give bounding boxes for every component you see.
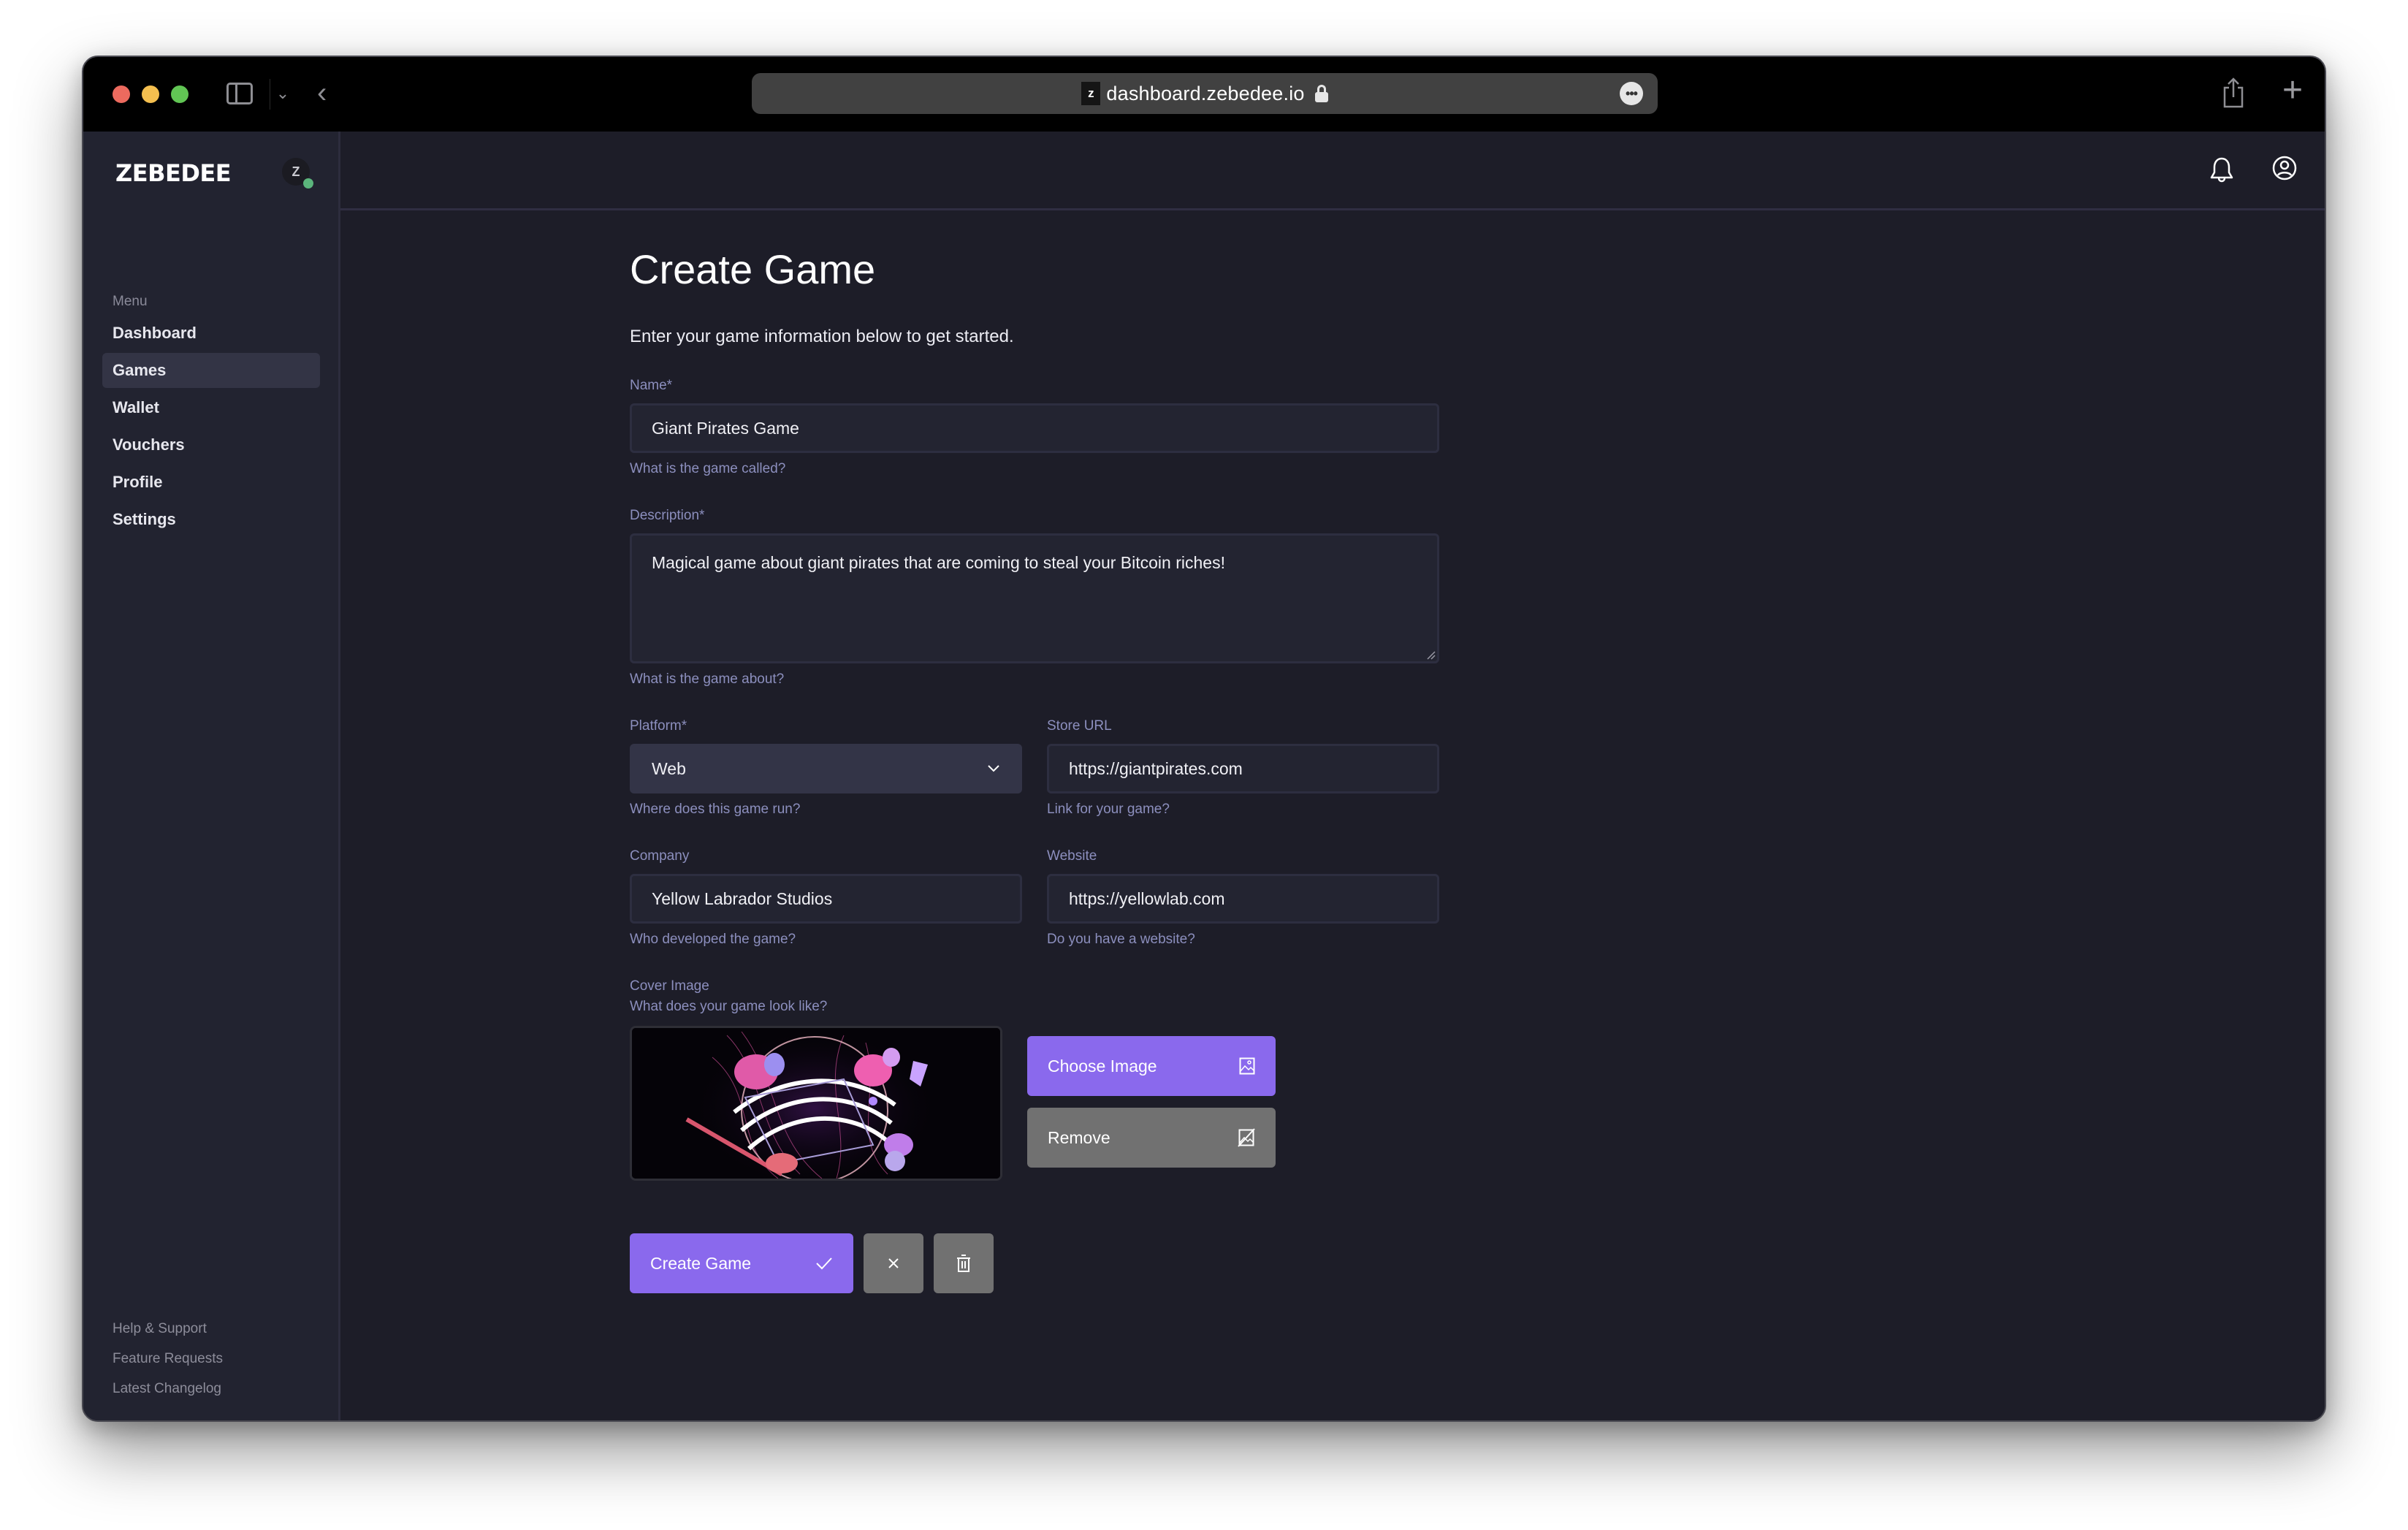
image-icon [1239, 1057, 1255, 1075]
close-window-button[interactable] [113, 85, 130, 103]
sidebar-item-vouchers[interactable]: Vouchers [102, 427, 320, 463]
close-icon [888, 1258, 899, 1268]
platform-select[interactable]: Web [630, 744, 1022, 793]
platform-field-group: Platform* Web Where does this game run? [630, 718, 1022, 818]
platform-help: Where does this game run? [630, 802, 801, 817]
store-url-value: https://giantpirates.com [1069, 758, 1243, 778]
name-help: What is the game called? [630, 461, 786, 476]
website-field-group: Website https://yellowlab.com Do you hav… [1047, 848, 1439, 948]
website-value: https://yellowlab.com [1069, 888, 1225, 908]
sidebar: ZEBEDEE Z Menu Dashboard Games Wallet Vo… [83, 132, 340, 1420]
sidebar-item-settings[interactable]: Settings [102, 502, 320, 537]
website-help: Do you have a website? [1047, 932, 1195, 947]
platform-label: Platform* [630, 718, 687, 734]
browser-window: ⌄ ‹ z dashboard.zebedee.io ••• + ZEBEDEE… [82, 56, 2326, 1422]
resize-handle-icon[interactable] [1425, 650, 1436, 660]
page-title: Create Game [630, 246, 876, 292]
website-input[interactable]: https://yellowlab.com [1047, 874, 1439, 924]
minimize-window-button[interactable] [142, 85, 159, 103]
image-remove-icon [1238, 1128, 1255, 1147]
description-label: Description* [630, 508, 705, 523]
cover-image-row: Choose Image Remove [630, 1026, 1439, 1181]
sidebar-item-games[interactable]: Games [102, 353, 320, 388]
description-help: What is the game about? [630, 671, 785, 687]
form-actions: Create Game [630, 1233, 1439, 1293]
site-favicon: z [1081, 82, 1101, 105]
remove-image-label: Remove [1048, 1127, 1110, 1147]
platform-value: Web [652, 758, 686, 778]
address-bar[interactable]: z dashboard.zebedee.io ••• [752, 73, 1658, 114]
name-label: Name* [630, 378, 673, 393]
company-help: Who developed the game? [630, 932, 796, 947]
company-website-row: Company Yellow Labrador Studios Who deve… [630, 848, 1439, 948]
menu-label: Menu [113, 294, 148, 309]
name-value: Giant Pirates Game [652, 418, 799, 438]
chevron-down-icon[interactable]: ⌄ [272, 79, 294, 108]
back-icon[interactable]: ‹ [317, 75, 327, 111]
cover-image-buttons: Choose Image Remove [1027, 1036, 1276, 1168]
url-text[interactable]: dashboard.zebedee.io [1106, 83, 1304, 105]
sidebar-toggle-icon[interactable] [226, 83, 253, 104]
store-url-label: Store URL [1047, 718, 1112, 734]
sidebar-nav: Dashboard Games Wallet Vouchers Profile … [102, 316, 320, 539]
sidebar-item-dashboard[interactable]: Dashboard [102, 316, 320, 351]
store-url-field-group: Store URL https://giantpirates.com Link … [1047, 718, 1439, 818]
website-label: Website [1047, 848, 1097, 864]
sidebar-footer: Help & Support Feature Requests Latest C… [113, 1307, 223, 1397]
online-status-dot [303, 178, 313, 189]
zebedee-logo[interactable]: ZEBEDEE [115, 159, 232, 187]
choose-image-button[interactable]: Choose Image [1027, 1036, 1276, 1096]
avatar[interactable]: Z [282, 158, 313, 189]
create-game-form: Create Game Enter your game information … [630, 210, 1439, 1293]
user-circle-icon[interactable] [2272, 156, 2297, 180]
company-input[interactable]: Yellow Labrador Studios [630, 874, 1022, 924]
checkmark-icon [816, 1257, 832, 1270]
create-game-label: Create Game [650, 1253, 752, 1273]
description-value: Magical game about giant pirates that ar… [652, 553, 1225, 572]
new-tab-icon[interactable]: + [2282, 72, 2303, 110]
trash-icon [957, 1255, 970, 1272]
delete-button[interactable] [934, 1233, 994, 1293]
lock-icon [1314, 85, 1328, 102]
share-icon[interactable] [2222, 77, 2244, 108]
cover-image-help: What does your game look like? [630, 999, 828, 1014]
page-intro: Enter your game information below to get… [630, 327, 1014, 346]
more-icon[interactable]: ••• [1620, 82, 1643, 105]
cover-image-group: Cover Image What does your game look lik… [630, 978, 1439, 1181]
remove-image-button[interactable]: Remove [1027, 1108, 1276, 1168]
platform-store-row: Platform* Web Where does this game run? … [630, 718, 1439, 818]
store-url-input[interactable]: https://giantpirates.com [1047, 744, 1439, 793]
cancel-button[interactable] [864, 1233, 923, 1293]
top-header [340, 132, 2325, 210]
cover-artwork [632, 1028, 1000, 1179]
sidebar-item-profile[interactable]: Profile [102, 465, 320, 500]
create-game-button[interactable]: Create Game [630, 1233, 853, 1293]
name-field-group: Name* Giant Pirates Game What is the gam… [630, 377, 1439, 478]
sidebar-item-wallet[interactable]: Wallet [102, 390, 320, 425]
main-content: Create Game Enter your game information … [340, 132, 2325, 1420]
bell-icon[interactable] [2209, 156, 2234, 184]
help-support-link[interactable]: Help & Support [113, 1321, 223, 1337]
company-value: Yellow Labrador Studios [652, 888, 833, 908]
cover-image-label: Cover Image [630, 978, 709, 994]
description-textarea[interactable]: Magical game about giant pirates that ar… [630, 533, 1439, 663]
company-field-group: Company Yellow Labrador Studios Who deve… [630, 848, 1022, 948]
cover-image-preview [630, 1026, 1002, 1181]
maximize-window-button[interactable] [171, 85, 188, 103]
choose-image-label: Choose Image [1048, 1056, 1157, 1076]
avatar-letter: Z [292, 164, 300, 179]
company-label: Company [630, 848, 690, 864]
description-field-group: Description* Magical game about giant pi… [630, 507, 1439, 688]
store-url-help: Link for your game? [1047, 802, 1170, 817]
feature-requests-link[interactable]: Feature Requests [113, 1351, 223, 1367]
changelog-link[interactable]: Latest Changelog [113, 1381, 223, 1397]
chevron-down-icon [988, 765, 999, 772]
name-input[interactable]: Giant Pirates Game [630, 403, 1439, 453]
browser-toolbar: ⌄ ‹ z dashboard.zebedee.io ••• + [83, 57, 2325, 132]
